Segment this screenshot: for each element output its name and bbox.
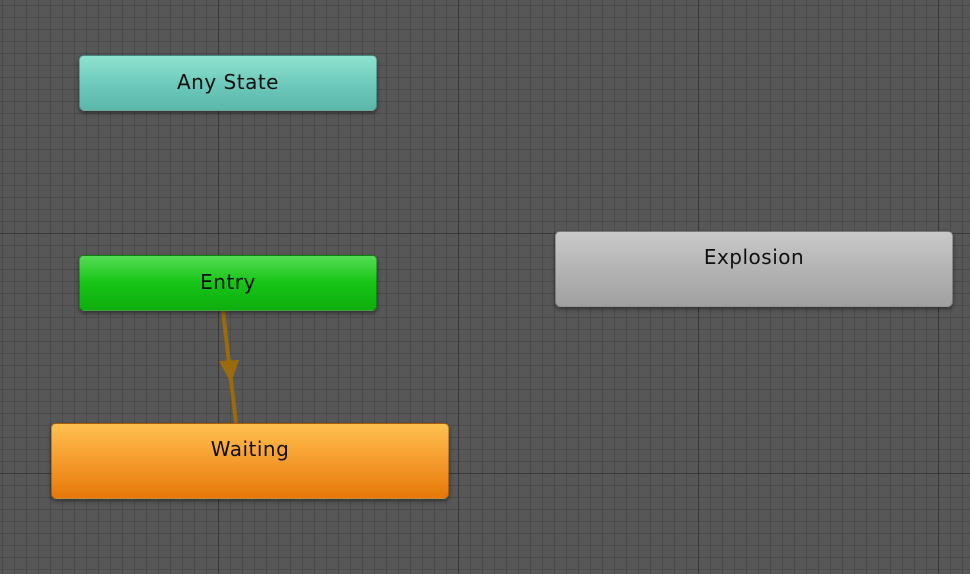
explosion-state-node[interactable]: Explosion	[555, 231, 953, 307]
any-state-label: Any State	[177, 70, 279, 94]
waiting-state-label: Waiting	[210, 437, 290, 461]
transition-line	[221, 310, 238, 424]
transition-arrow-icon	[219, 360, 239, 383]
waiting-state-node[interactable]: Waiting	[51, 423, 449, 499]
any-state-node[interactable]: Any State	[79, 55, 377, 111]
entry-label: Entry	[200, 270, 256, 294]
animator-graph-canvas[interactable]: Any State Entry Waiting Explosion	[0, 0, 970, 574]
entry-node[interactable]: Entry	[79, 255, 377, 311]
explosion-state-label: Explosion	[703, 245, 805, 269]
transition-entry-to-waiting[interactable]	[219, 310, 239, 424]
